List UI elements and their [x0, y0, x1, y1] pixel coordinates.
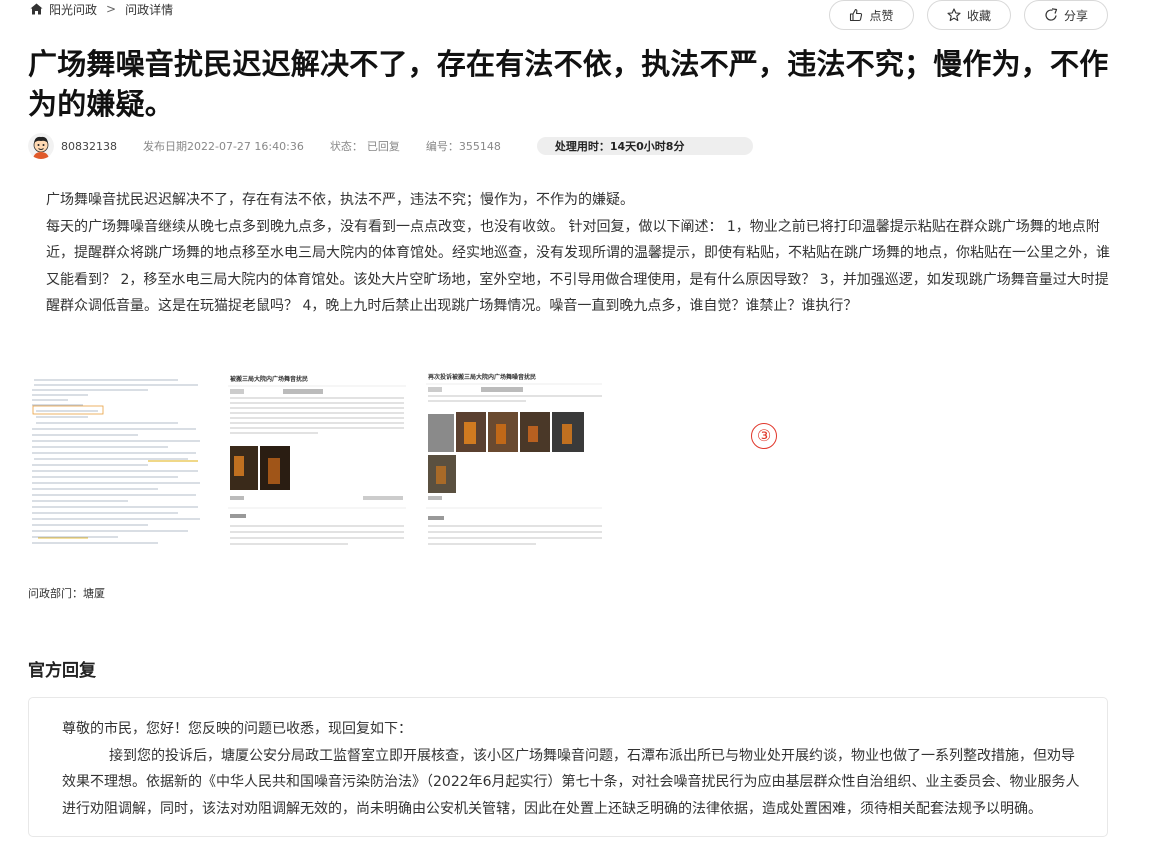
- reply-greeting: 尊敬的市民，您好！您反映的问题已收悉，现回复如下：: [62, 721, 412, 737]
- department-label: 问政部门：塘厦: [28, 587, 105, 600]
- status-label: 状态：: [329, 140, 363, 153]
- share-button-label: 分享: [1063, 8, 1088, 23]
- attachment-image-3[interactable]: 再次投诉被搬三局大院内广场舞噪音扰民: [426, 366, 602, 552]
- case-number: 编号：355148: [425, 140, 501, 153]
- content-paragraph-summary: 广场舞噪音扰民迟迟解决不了，存在有法不依，执法不严，违法不究；慢作为，不作为的嫌…: [46, 192, 634, 208]
- post-meta: 80832138 发布日期2022-07-27 16:40:36 状态： 已回复…: [28, 131, 753, 161]
- breadcrumb: 阳光问政 > 问政详情: [30, 1, 173, 17]
- like-button-label: 点赞: [869, 8, 894, 23]
- thumbs-up-icon: [850, 8, 863, 22]
- attachment-image-1[interactable]: [28, 366, 204, 552]
- star-icon: [947, 8, 961, 22]
- share-icon: [1045, 8, 1058, 21]
- breadcrumb-home-link[interactable]: 阳光问政: [49, 1, 97, 18]
- user-id: 80832138: [61, 139, 117, 153]
- favorite-button-label: 收藏: [966, 8, 991, 23]
- like-button[interactable]: 点赞: [829, 0, 914, 30]
- home-icon[interactable]: [30, 3, 43, 15]
- share-button[interactable]: 分享: [1024, 0, 1108, 30]
- avatar: [28, 133, 54, 159]
- processing-duration-badge: 处理用时：14天0小时8分: [536, 137, 753, 155]
- annotation-marker: ③: [751, 423, 777, 449]
- content-paragraph-detail: 每天的广场舞噪音继续从晚七点多到晚九点多，没有看到一点点改变，也没有收敛。 针对…: [46, 218, 1110, 315]
- post-content: 广场舞噪音扰民迟迟解决不了，存在有法不依，执法不严，违法不究；慢作为，不作为的嫌…: [46, 187, 1111, 320]
- publish-date: 发布日期2022-07-27 16:40:36: [143, 140, 304, 153]
- favorite-button[interactable]: 收藏: [927, 0, 1011, 30]
- reply-body: 接到您的投诉后，塘厦公安分局政工监督室立即开展核查，该小区广场舞噪音问题，石潭布…: [62, 747, 1080, 817]
- attachment-image-2[interactable]: 被搬三局大院内广场舞音扰民: [228, 366, 406, 552]
- breadcrumb-separator: >: [106, 2, 117, 16]
- official-reply-title: 官方回复: [28, 661, 96, 681]
- status-value: 已回复: [366, 140, 400, 153]
- breadcrumb-current: 问政详情: [125, 2, 174, 17]
- page-title: 广场舞噪音扰民迟迟解决不了，存在有法不依，执法不严，违法不究；慢作为，不作为的嫌…: [28, 47, 1109, 121]
- official-reply-box: 尊敬的市民，您好！您反映的问题已收悉，现回复如下： 接到您的投诉后，塘厦公安分局…: [28, 697, 1108, 837]
